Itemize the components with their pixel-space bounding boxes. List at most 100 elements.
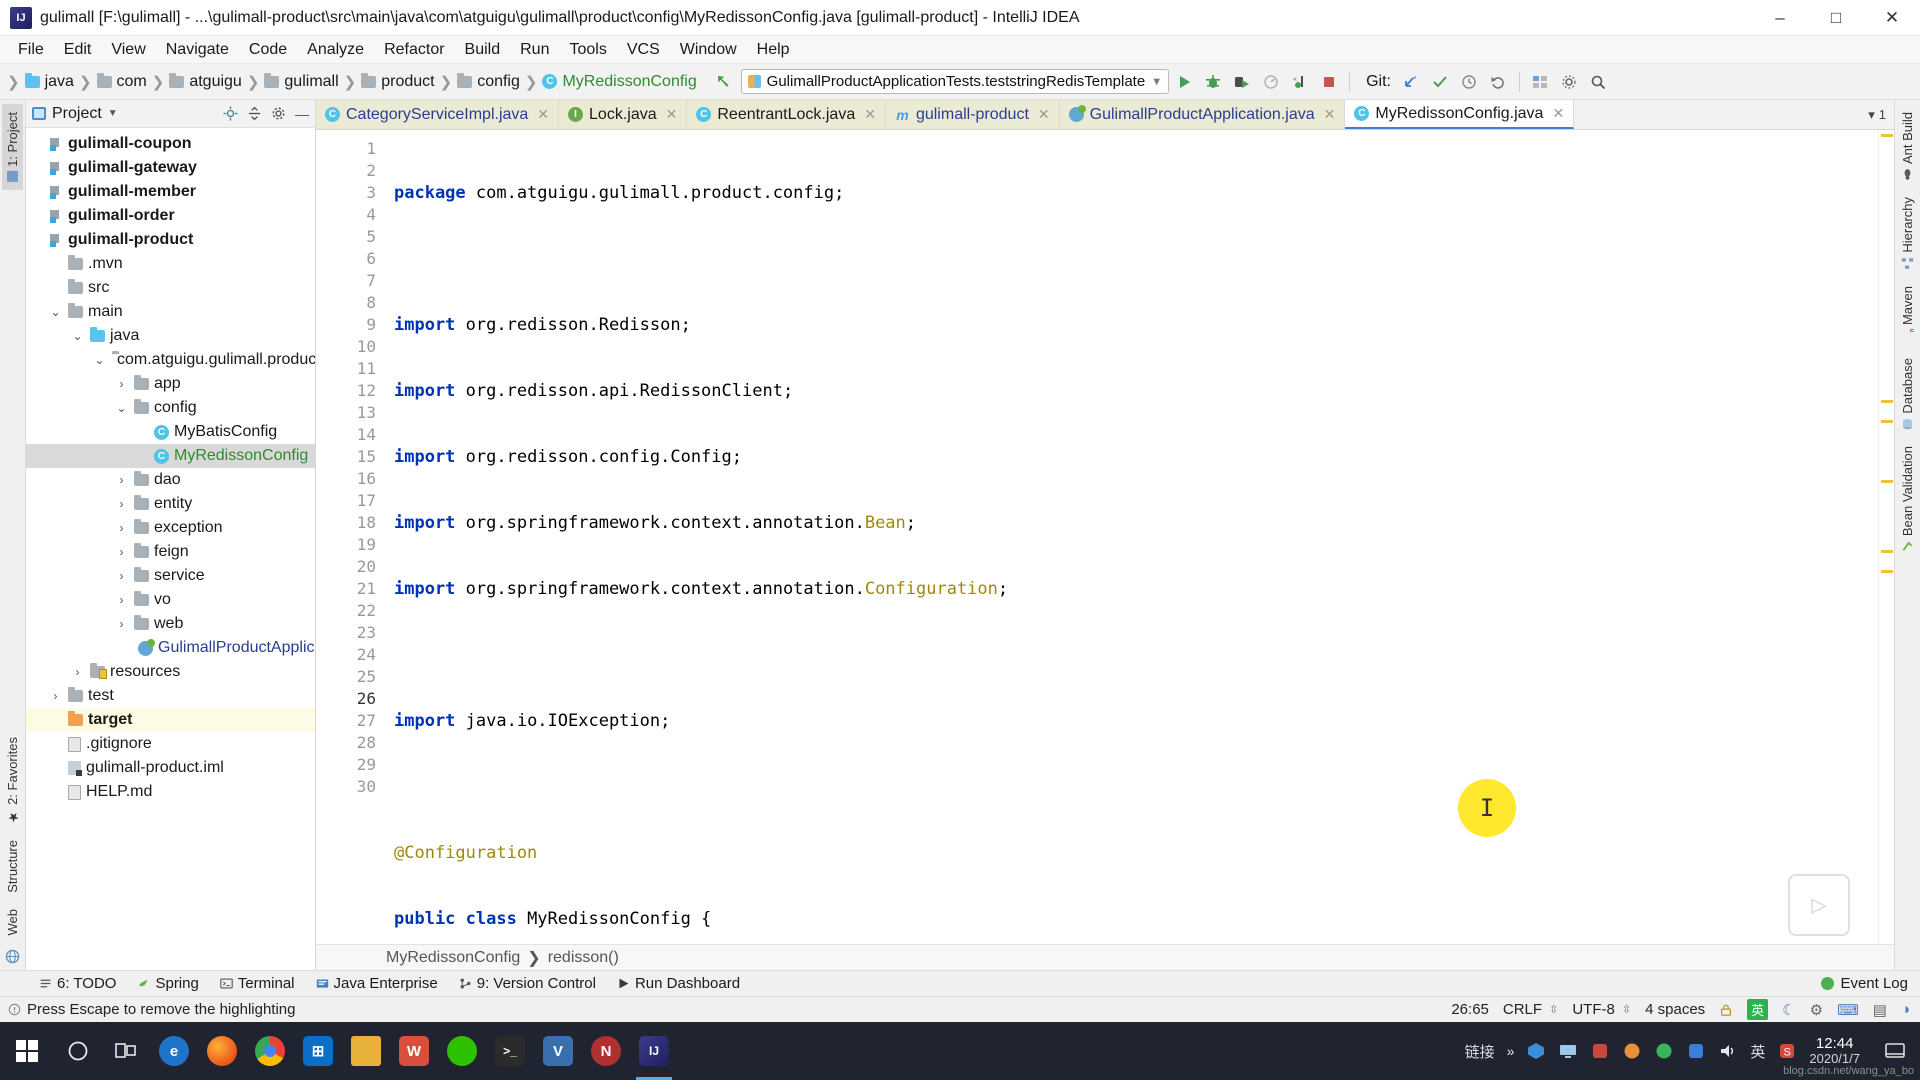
close-icon[interactable]: ✕ <box>537 106 549 123</box>
close-icon[interactable]: ✕ <box>666 106 678 123</box>
tree-item-gitignore[interactable]: › .gitignore <box>26 732 315 756</box>
taskbar-edge[interactable]: e <box>150 1022 198 1080</box>
ime-indicator[interactable]: 英 <box>1747 999 1769 1020</box>
run-button[interactable] <box>1170 68 1197 95</box>
tray-overflow-icon[interactable]: » <box>1507 1043 1515 1059</box>
tool-window-version-control[interactable]: 9: Version Control <box>450 973 605 994</box>
warning-marker[interactable] <box>1881 480 1893 483</box>
close-icon[interactable]: ✕ <box>1324 106 1336 123</box>
tray-app-s-icon[interactable]: S <box>1777 1041 1797 1061</box>
twisty-collapsed[interactable]: › <box>48 689 63 703</box>
tree-item-main[interactable]: ⌄ main <box>26 300 315 324</box>
commit-icon[interactable] <box>1427 68 1454 95</box>
tray-app-red-icon[interactable] <box>1590 1041 1610 1061</box>
run-tests-button[interactable]: « <box>1286 68 1313 95</box>
chevron-down-icon[interactable]: ▼ <box>108 108 118 119</box>
taskbar-intellij-idea[interactable]: IJ <box>630 1022 678 1080</box>
taskbar-wechat[interactable] <box>438 1022 486 1080</box>
tool-window-java-enterprise[interactable]: Java Enterprise <box>307 973 447 994</box>
notifications-icon[interactable]: ◑ <box>1901 1001 1910 1018</box>
tree-item-app[interactable]: › app <box>26 372 315 396</box>
tree-item-dao[interactable]: › dao <box>26 468 315 492</box>
twisty-collapsed[interactable]: › <box>114 473 129 487</box>
tree-item-mybatisconfig[interactable]: C MyBatisConfig <box>26 420 315 444</box>
taskbar-vmware[interactable]: V <box>534 1022 582 1080</box>
hide-icon[interactable]: — <box>295 106 309 122</box>
inline-run-ghost-button[interactable]: ▷ <box>1788 874 1850 936</box>
tray-app-blue2-icon[interactable] <box>1686 1041 1706 1061</box>
tree-item-mvn[interactable]: › .mvn <box>26 252 315 276</box>
tool-window-run-dashboard[interactable]: Run Dashboard <box>608 973 749 994</box>
tool-button-structure[interactable]: Structure <box>2 832 23 901</box>
menu-window[interactable]: Window <box>670 38 747 62</box>
warning-marker[interactable] <box>1881 400 1893 403</box>
twisty-collapsed[interactable]: › <box>114 521 129 535</box>
twisty-collapsed[interactable]: › <box>114 593 129 607</box>
keyboard-icon[interactable]: ⌨ <box>1837 1001 1859 1019</box>
menu-navigate[interactable]: Navigate <box>156 38 239 62</box>
tray-monitor-icon[interactable] <box>1558 1041 1578 1061</box>
tab-gulimall-product[interactable]: m gulimall-product ✕ <box>885 100 1060 129</box>
tool-button-database[interactable]: Database <box>1897 350 1918 439</box>
warning-marker[interactable] <box>1881 134 1893 137</box>
history-icon[interactable] <box>1456 68 1483 95</box>
twisty-collapsed[interactable]: › <box>114 617 129 631</box>
tool-button-maven[interactable]: m Maven <box>1897 278 1918 350</box>
line-separator[interactable]: CRLF ⇳ <box>1503 1001 1558 1018</box>
tree-item-helpmd[interactable]: › HELP.md <box>26 780 315 804</box>
tool-button-ant-build[interactable]: Ant Build <box>1897 104 1918 189</box>
back-arrow-icon[interactable]: ➚ <box>715 70 731 93</box>
warning-marker[interactable] <box>1881 420 1893 423</box>
twisty-collapsed[interactable]: › <box>114 377 129 391</box>
breadcrumb-atguigu[interactable]: atguigu <box>165 71 246 93</box>
warning-marker[interactable] <box>1881 550 1893 553</box>
code-editor[interactable]: 1 2 3 4 5 6 7 8 9 10 11 12 13 14 15 16 1 <box>316 130 1894 944</box>
gear-icon[interactable]: ⚙ <box>1810 1001 1823 1019</box>
breadcrumb-gulimall[interactable]: gulimall <box>260 71 342 93</box>
tray-link-label[interactable]: 链接 <box>1465 1041 1495 1062</box>
menu-tools[interactable]: Tools <box>559 38 616 62</box>
tree-item-web[interactable]: › web <box>26 612 315 636</box>
menu-run[interactable]: Run <box>510 38 559 62</box>
menu-edit[interactable]: Edit <box>54 38 102 62</box>
tab-categoryserviceimpl[interactable]: C CategoryServiceImpl.java ✕ <box>316 100 560 129</box>
search-everywhere-icon[interactable] <box>1585 68 1612 95</box>
tree-item-service[interactable]: › service <box>26 564 315 588</box>
warning-marker[interactable] <box>1881 570 1893 573</box>
breadcrumb-product[interactable]: product <box>357 71 438 93</box>
tree-item-config[interactable]: ⌄ config <box>26 396 315 420</box>
breadcrumb-com[interactable]: com <box>93 71 151 93</box>
tree-item-myredissonconfig[interactable]: C MyRedissonConfig <box>26 444 315 468</box>
tree-item-gulimall-member[interactable]: › gulimall-member <box>26 180 315 204</box>
tab-lock[interactable]: I Lock.java ✕ <box>559 100 688 129</box>
lock-icon[interactable] <box>1719 1003 1733 1017</box>
profiler-button[interactable] <box>1257 68 1284 95</box>
twisty-expanded[interactable]: ⌄ <box>70 329 85 343</box>
menu-file[interactable]: File <box>8 38 54 62</box>
cortana-search-button[interactable] <box>54 1022 102 1080</box>
twisty-collapsed[interactable]: › <box>114 497 129 511</box>
run-with-coverage-button[interactable] <box>1228 68 1255 95</box>
stop-button[interactable] <box>1315 68 1342 95</box>
tree-item-target[interactable]: › target <box>26 708 315 732</box>
menu-code[interactable]: Code <box>239 38 297 62</box>
tree-item-src[interactable]: › src <box>26 276 315 300</box>
tree-item-resources[interactable]: › resources <box>26 660 315 684</box>
tool-button-project[interactable]: 1: Project <box>2 104 23 190</box>
tree-item-java[interactable]: ⌄ java <box>26 324 315 348</box>
tree-item-test[interactable]: › test <box>26 684 315 708</box>
twisty-expanded[interactable]: ⌄ <box>92 353 107 367</box>
menu-analyze[interactable]: Analyze <box>297 38 374 62</box>
tree-item-iml[interactable]: › gulimall-product.iml <box>26 756 315 780</box>
menu-view[interactable]: View <box>101 38 155 62</box>
indent-setting[interactable]: 4 spaces <box>1645 1001 1705 1018</box>
tree-item-gulimall-order[interactable]: › gulimall-order <box>26 204 315 228</box>
caret-position[interactable]: 26:65 <box>1451 1001 1489 1018</box>
breadcrumb-method[interactable]: redisson() <box>548 949 619 967</box>
project-structure-icon[interactable] <box>1527 68 1554 95</box>
twisty-collapsed[interactable]: › <box>114 545 129 559</box>
taskbar-firefox[interactable] <box>198 1022 246 1080</box>
file-encoding[interactable]: UTF-8 ⇳ <box>1572 1001 1631 1018</box>
tray-app-green-icon[interactable] <box>1654 1041 1674 1061</box>
collapse-all-icon[interactable] <box>247 106 262 121</box>
